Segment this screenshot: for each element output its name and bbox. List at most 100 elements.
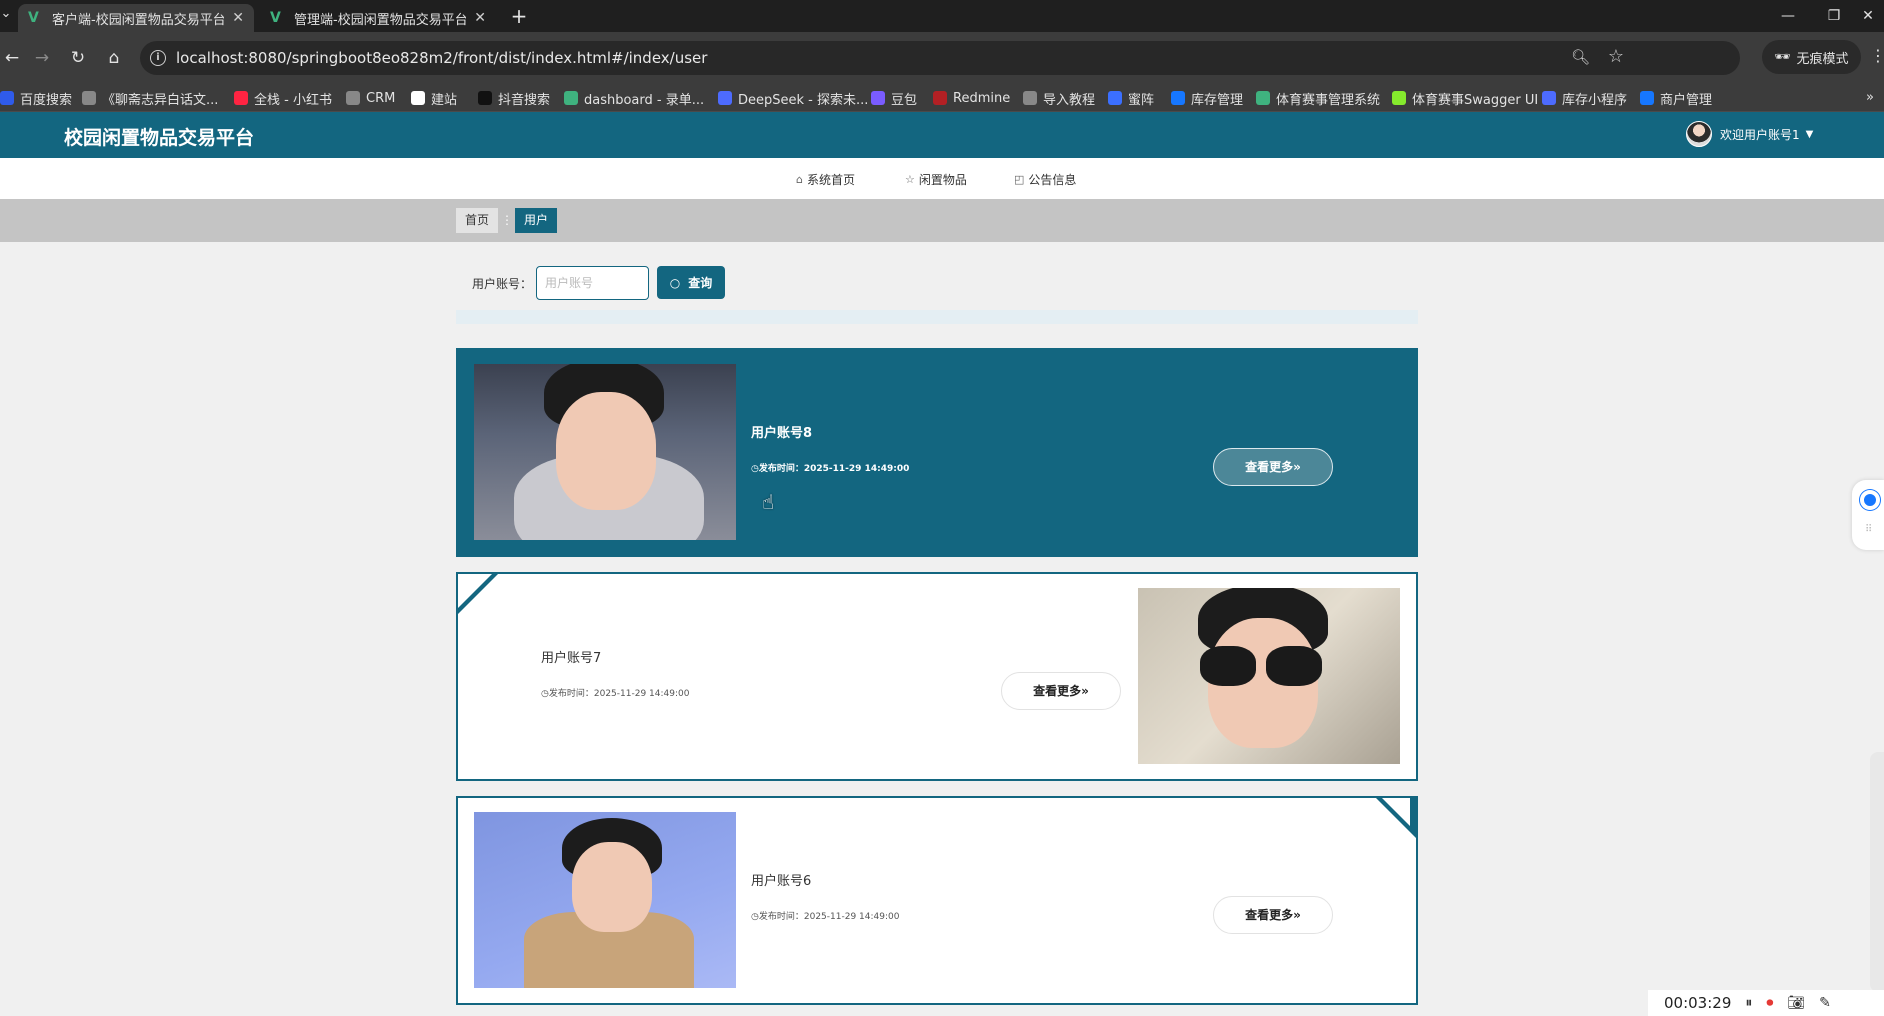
globe-icon <box>82 91 96 105</box>
camera-icon[interactable]: 📷︎ <box>1787 995 1805 1011</box>
side-toolbar[interactable] <box>1870 752 1884 992</box>
redmine-icon <box>933 91 947 105</box>
url-text[interactable]: localhost:8080/springboot8eo828m2/front/… <box>176 49 707 67</box>
dashboard-icon <box>564 91 578 105</box>
browser-tab-admin[interactable]: V 管理端-校园闲置物品交易平台 ✕ <box>260 4 496 32</box>
close-window-button[interactable]: ✕ <box>1852 4 1884 28</box>
user-menu[interactable]: 欢迎用户账号1 ▼ <box>1686 121 1813 147</box>
time-value: 2025-11-29 14:49:00 <box>803 464 910 474</box>
bookmark-item[interactable]: CRM <box>346 89 395 107</box>
user-card[interactable]: 用户账号8 ◷发布时间：2025-11-29 14:49:00 查看更多» <box>456 348 1418 557</box>
home-button[interactable]: ⌂ <box>102 46 126 70</box>
bookmark-label: dashboard - 录单... <box>584 92 705 108</box>
forward-button[interactable]: → <box>30 46 54 70</box>
avatar[interactable] <box>1686 121 1712 147</box>
list-divider <box>456 310 1418 324</box>
bookmark-item[interactable]: 库存小程序 <box>1542 89 1627 108</box>
incognito-label: 无痕模式 <box>1796 51 1849 67</box>
bookmark-label: DeepSeek - 探索未... <box>738 92 869 108</box>
nav-item-label: 系统首页 <box>806 173 855 187</box>
photo-face <box>572 842 652 932</box>
browser-menu-icon[interactable]: ⋮ <box>1870 46 1884 65</box>
close-icon[interactable]: ✕ <box>232 10 244 26</box>
user-greeting[interactable]: 欢迎用户账号1 <box>1720 126 1800 143</box>
restore-button[interactable]: ❐ <box>1814 4 1854 28</box>
bookmark-item[interactable]: 建站 <box>411 89 457 108</box>
bookmark-item[interactable]: 商户管理 <box>1640 89 1712 108</box>
bookmark-item[interactable]: 导入教程 <box>1023 89 1095 108</box>
bookmark-item[interactable]: DeepSeek - 探索未... <box>718 89 869 108</box>
drag-handle-icon[interactable]: ⠿ <box>1865 524 1872 535</box>
photo-sunglasses <box>1266 646 1322 686</box>
bookmark-item[interactable]: 库存管理 <box>1171 89 1244 108</box>
back-button[interactable]: ← <box>0 46 24 70</box>
user-photo[interactable] <box>474 812 736 988</box>
bookmark-label: 抖音搜索 <box>498 92 551 108</box>
nav-item-label: 闲置物品 <box>918 173 967 187</box>
incognito-badge[interactable]: 🕶︎ 无痕模式 <box>1762 40 1861 74</box>
clock-icon: ◷ <box>751 912 759 922</box>
bookmark-item[interactable]: 体育赛事Swagger UI <box>1392 89 1539 108</box>
bookmark-label: 体育赛事Swagger UI <box>1412 92 1539 108</box>
new-tab-button[interactable]: + <box>506 4 532 30</box>
nav-item-label: 公告信息 <box>1028 173 1077 187</box>
recording-time: 00:03:29 <box>1664 994 1732 1012</box>
close-icon[interactable]: ✕ <box>474 10 486 26</box>
nav-item-items[interactable]: ☆ 闲置物品 <box>905 171 967 188</box>
bookmark-item[interactable]: 体育赛事管理系统 <box>1256 89 1380 108</box>
bookmark-label: 《聊斋志异白话文... <box>102 92 219 108</box>
reload-button[interactable]: ↻ <box>66 46 90 70</box>
bookmark-item[interactable]: 百度搜索 <box>0 89 73 108</box>
caret-down-icon[interactable]: ▼ <box>1806 129 1814 140</box>
minimize-button[interactable]: — <box>1768 4 1808 28</box>
user-card[interactable]: 用户账号6 ◷发布时间：2025-11-29 14:49:00 查看更多» <box>456 796 1418 1005</box>
user-card[interactable]: 用户账号7 ◷发布时间：2025-11-29 14:49:00 查看更多» <box>456 572 1418 781</box>
site-nav: ⌂ 系统首页 ☆ 闲置物品 ◰ 公告信息 <box>0 158 1884 199</box>
globe-icon <box>346 91 360 105</box>
vue-logo-icon: V <box>28 10 39 26</box>
bookmark-item[interactable]: Redmine <box>933 89 1010 107</box>
breadcrumb-home[interactable]: 首页 <box>456 208 499 233</box>
bookmark-star-icon[interactable]: ☆ <box>1608 46 1624 67</box>
view-more-button[interactable]: 查看更多» <box>1001 672 1121 710</box>
user-name[interactable]: 用户账号6 <box>751 870 811 889</box>
swagger-icon <box>1392 91 1406 105</box>
zoom-icon[interactable]: 🔍︎ <box>1571 48 1590 66</box>
browser-tab-client[interactable]: V 客户端-校园闲置物品交易平台 ✕ <box>18 4 254 32</box>
user-photo[interactable] <box>1138 588 1400 764</box>
pen-icon[interactable]: ✎ <box>1819 995 1831 1011</box>
search-button-label: 查询 <box>688 276 713 290</box>
bookmark-label: 库存管理 <box>1191 92 1244 108</box>
assistant-icon[interactable] <box>1860 490 1880 510</box>
screen-recorder-bar: 00:03:29 ⏸ ⏺ 📷︎ ✎ <box>1648 990 1884 1016</box>
bookmark-item[interactable]: 豆包 <box>871 89 917 108</box>
time-prefix: 发布时间： <box>758 912 804 922</box>
search-button[interactable]: ○ 查询 <box>657 266 725 299</box>
bookmark-item[interactable]: dashboard - 录单... <box>564 89 705 108</box>
nav-item-home[interactable]: ⌂ 系统首页 <box>796 171 855 188</box>
nav-item-notices[interactable]: ◰ 公告信息 <box>1014 171 1076 188</box>
user-photo[interactable] <box>474 364 736 540</box>
search-input[interactable] <box>536 266 649 300</box>
bookmark-item[interactable]: 蜜阵 <box>1108 89 1154 108</box>
bookmark-item[interactable]: 《聊斋志异白话文... <box>82 89 219 108</box>
user-name[interactable]: 用户账号8 <box>751 422 812 441</box>
home-icon: ⌂ <box>796 173 803 186</box>
stop-record-icon[interactable]: ⏺ <box>1766 995 1773 1011</box>
card-corner-decoration <box>1382 798 1410 826</box>
bookmark-label: 百度搜索 <box>20 92 73 108</box>
douyin-icon <box>478 91 492 105</box>
tab-list-chevron-icon[interactable]: ⌄ <box>0 6 12 26</box>
floating-assistant-widget[interactable]: ⠿ <box>1852 480 1884 550</box>
pause-icon[interactable]: ⏸ <box>1745 995 1752 1011</box>
omnibox[interactable]: i localhost:8080/springboot8eo828m2/fron… <box>140 41 1740 75</box>
card-corner-decoration <box>458 574 492 608</box>
view-more-button[interactable]: 查看更多» <box>1213 896 1333 934</box>
site-info-icon[interactable]: i <box>150 50 166 66</box>
bookmark-item[interactable]: 全栈 - 小红书 <box>234 89 332 108</box>
more-bookmarks-icon[interactable]: » <box>1866 90 1874 105</box>
user-name[interactable]: 用户账号7 <box>541 647 601 666</box>
view-more-button[interactable]: 查看更多» <box>1213 448 1333 486</box>
site-title: 校园闲置物品交易平台 <box>64 127 255 149</box>
bookmark-item[interactable]: 抖音搜索 <box>478 89 551 108</box>
